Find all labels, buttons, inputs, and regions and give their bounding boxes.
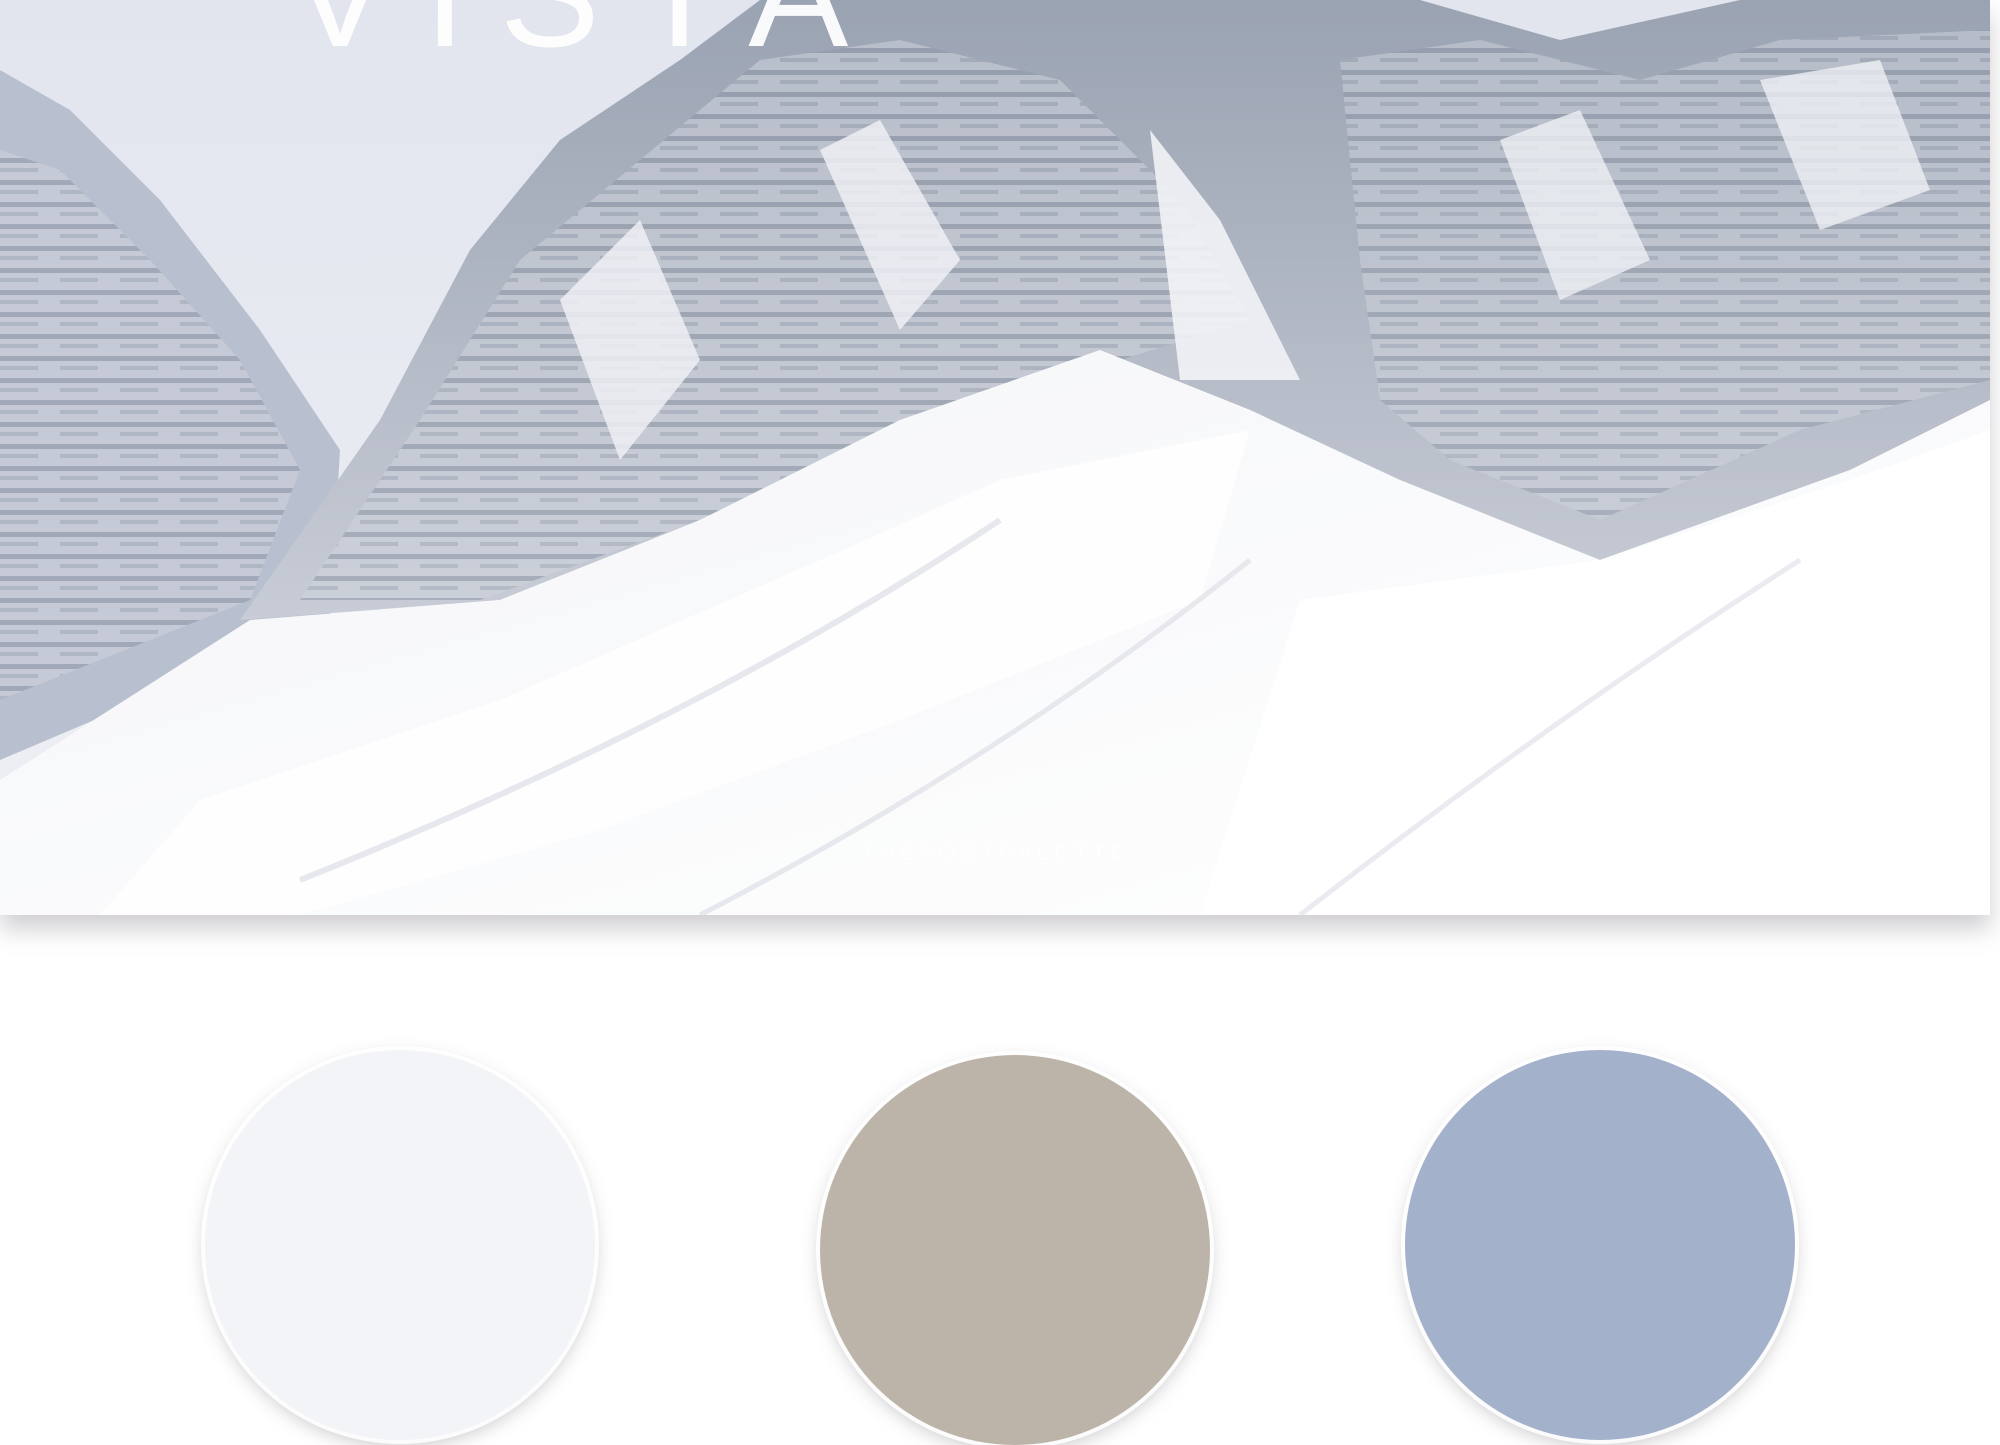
photo-title: VISTA	[290, 0, 882, 81]
color-swatch-3	[1405, 1050, 1795, 1440]
mountain-photo: VISTA THEPOSTPALETTE	[0, 0, 1990, 915]
photo-watermark: THEPOSTPALETTE	[860, 840, 1131, 865]
color-swatch-2	[820, 1055, 1210, 1445]
color-swatch-1	[205, 1050, 595, 1440]
mountain-illustration	[0, 0, 1990, 915]
